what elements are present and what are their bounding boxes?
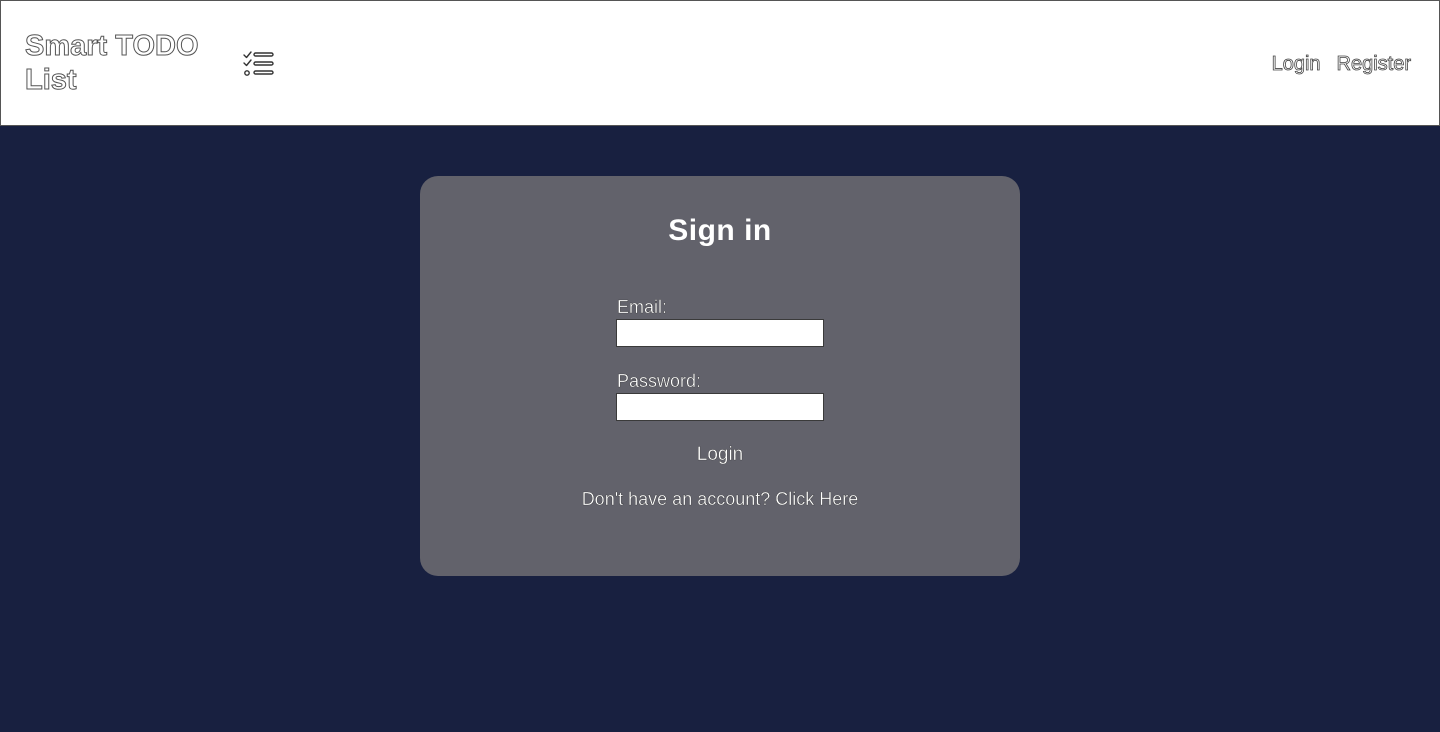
- signup-link[interactable]: Click Here: [775, 489, 858, 509]
- login-button[interactable]: Login: [697, 444, 744, 465]
- page-title: Sign in: [668, 214, 772, 247]
- signup-prompt-text: Don't have an account?: [581, 489, 771, 509]
- signup-prompt: Don't have an account? Click Here: [0, 489, 1440, 510]
- nav-link-register[interactable]: Register: [1336, 53, 1411, 76]
- navbar: Smart TODO List Login Register: [0, 0, 1440, 126]
- password-label: Password:: [617, 371, 702, 391]
- checklist-icon: [242, 49, 276, 79]
- nav-links: Login Register: [1271, 53, 1411, 76]
- login-button-row: Login: [0, 444, 1440, 466]
- brand-title[interactable]: Smart TODO List: [25, 29, 215, 97]
- password-field[interactable]: [616, 393, 824, 421]
- email-label: Email:: [617, 297, 668, 317]
- nav-link-login[interactable]: Login: [1271, 53, 1321, 76]
- checklist-icon-graphic: [243, 51, 274, 76]
- email-field[interactable]: [616, 319, 824, 347]
